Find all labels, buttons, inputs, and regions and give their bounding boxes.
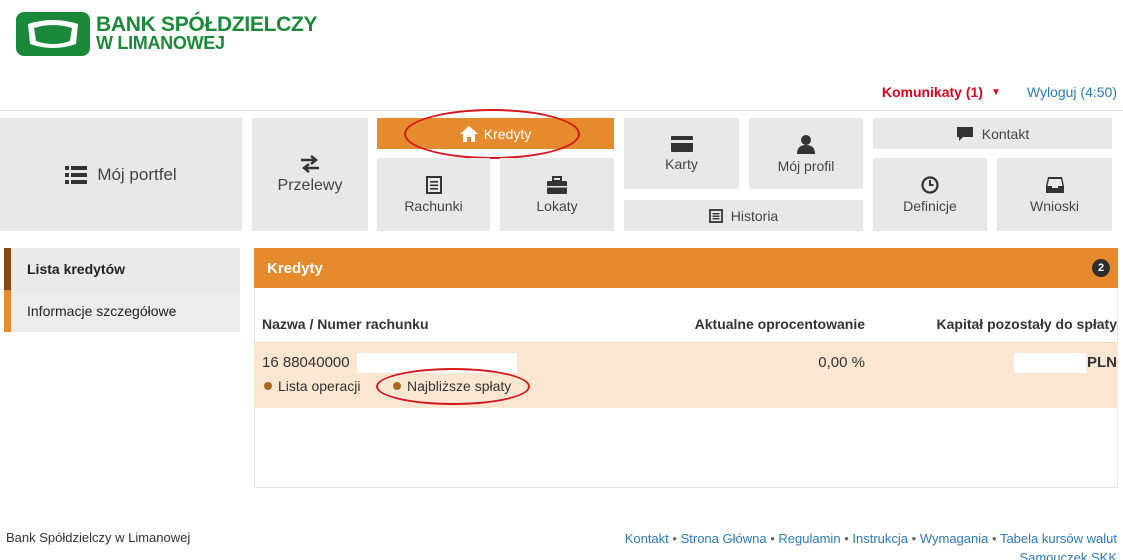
user-icon — [797, 134, 815, 154]
bank-name-line2: W LIMANOWEJ — [96, 33, 225, 53]
tab-lokaty[interactable]: Lokaty — [500, 158, 614, 231]
redacted-account-suffix — [357, 353, 517, 373]
footer-separator: • — [911, 531, 917, 546]
footer-link-wymagania[interactable]: Wymagania — [920, 531, 989, 546]
tab-przelewy[interactable]: Przelewy — [252, 118, 368, 231]
footer-bank-name: Bank Spółdzielczy w Limanowej — [6, 530, 191, 545]
upcoming-payments-label: Najbliższe spłaty — [407, 378, 512, 394]
upcoming-payments-link[interactable]: Najbliższe spłaty — [393, 378, 511, 394]
history-list-icon — [708, 208, 723, 223]
footer-separator: • — [844, 531, 849, 546]
column-header-capital[interactable]: Kapitał pozostały do spłaty — [937, 316, 1117, 332]
column-header-account[interactable]: Nazwa / Numer rachunku — [262, 316, 429, 332]
column-header-rate[interactable]: Aktualne oprocentowanie — [695, 316, 865, 332]
bullet-icon — [393, 382, 401, 390]
caret-down-icon: ▼ — [990, 86, 1001, 98]
capital-currency: PLN — [1087, 354, 1117, 371]
header-divider — [0, 110, 1123, 111]
messages-dropdown[interactable]: Komunikaty (1) ▼ — [882, 84, 1001, 100]
bullet-icon — [264, 382, 272, 390]
tab-moj-profil-label: Mój profil — [777, 157, 835, 174]
operations-list-label: Lista operacji — [278, 378, 361, 394]
tab-rachunki[interactable]: Rachunki — [377, 158, 490, 231]
footer-links: Kontakt • Strona Główna • Regulamin • In… — [625, 529, 1117, 560]
tab-moj-portfel[interactable]: Mój portfel — [0, 118, 242, 231]
transfer-arrows-icon — [301, 154, 319, 173]
footer-link-strona-glowna[interactable]: Strona Główna — [681, 531, 767, 546]
chat-bubble-icon — [956, 126, 973, 141]
tab-historia[interactable]: Historia — [624, 200, 863, 231]
panel-header: Kredyty 2 — [254, 248, 1118, 288]
bank-name: BANK SPÓŁDZIELCZY W LIMANOWEJ — [96, 13, 318, 53]
footer-link-regulamin[interactable]: Regulamin — [778, 531, 840, 546]
tab-wnioski[interactable]: Wnioski — [997, 158, 1112, 231]
tab-kontakt-label: Kontakt — [981, 125, 1030, 142]
tab-historia-label: Historia — [730, 207, 779, 224]
footer-link-samouczek[interactable]: Samouczek SKK — [1019, 550, 1117, 560]
footer-separator: • — [672, 531, 677, 546]
account-number: 16 88040000 — [262, 354, 350, 371]
sidebar-item-label: Informacje szczegółowe — [27, 303, 177, 319]
tab-przelewy-label: Przelewy — [277, 176, 343, 194]
tab-karty-label: Karty — [665, 155, 698, 172]
interest-rate-value: 0,00 % — [818, 354, 865, 371]
footer-link-instrukcja[interactable]: Instrukcja — [852, 531, 908, 546]
tab-definicje-label: Definicje — [903, 197, 957, 214]
redacted-capital-amount — [1014, 353, 1086, 373]
bank-logo-icon — [16, 12, 90, 56]
table-row[interactable] — [254, 342, 1118, 408]
tab-kontakt[interactable]: Kontakt — [873, 118, 1112, 149]
home-icon — [459, 125, 478, 142]
tab-wnioski-label: Wnioski — [1029, 197, 1079, 214]
footer-link-kursy-walut[interactable]: Tabela kursów walut — [1000, 531, 1117, 546]
sidebar-item-informacje-szczegolowe[interactable]: Informacje szczegółowe — [4, 290, 240, 332]
briefcase-icon — [547, 175, 567, 194]
inbox-icon — [1045, 176, 1064, 193]
tab-definicje[interactable]: Definicje — [873, 158, 987, 231]
footer-separator: • — [770, 531, 775, 546]
document-icon — [425, 175, 442, 194]
tab-moj-profil[interactable]: Mój profil — [749, 118, 863, 189]
sidebar-item-label: Lista kredytów — [27, 261, 126, 277]
logout-link[interactable]: Wyloguj (4:50) — [1027, 84, 1117, 100]
tab-kredyty-label: Kredyty — [483, 125, 532, 142]
panel-title: Kredyty — [267, 259, 323, 277]
footer-separator: • — [991, 531, 997, 546]
operations-list-link[interactable]: Lista operacji — [264, 378, 361, 394]
tab-rachunki-label: Rachunki — [404, 197, 463, 214]
messages-label: Komunikaty (1) — [881, 84, 983, 100]
sidebar-item-lista-kredytow[interactable]: Lista kredytów — [4, 248, 240, 290]
count-badge: 2 — [1092, 259, 1110, 277]
footer-link-kontakt[interactable]: Kontakt — [625, 531, 669, 546]
credit-card-icon — [670, 135, 693, 152]
tab-karty[interactable]: Karty — [624, 118, 739, 189]
list-icon — [65, 165, 88, 184]
clock-icon — [921, 175, 939, 194]
top-bar: Komunikaty (1) ▼ Wyloguj (4:50) — [882, 84, 1117, 100]
tab-kredyty[interactable]: Kredyty — [377, 118, 614, 149]
bank-name-line1: BANK SPÓŁDZIELCZY — [96, 13, 318, 36]
tab-lokaty-label: Lokaty — [536, 197, 578, 214]
bank-logo[interactable]: BANK SPÓŁDZIELCZY W LIMANOWEJ — [16, 12, 318, 56]
tab-moj-portfel-label: Mój portfel — [97, 164, 177, 184]
